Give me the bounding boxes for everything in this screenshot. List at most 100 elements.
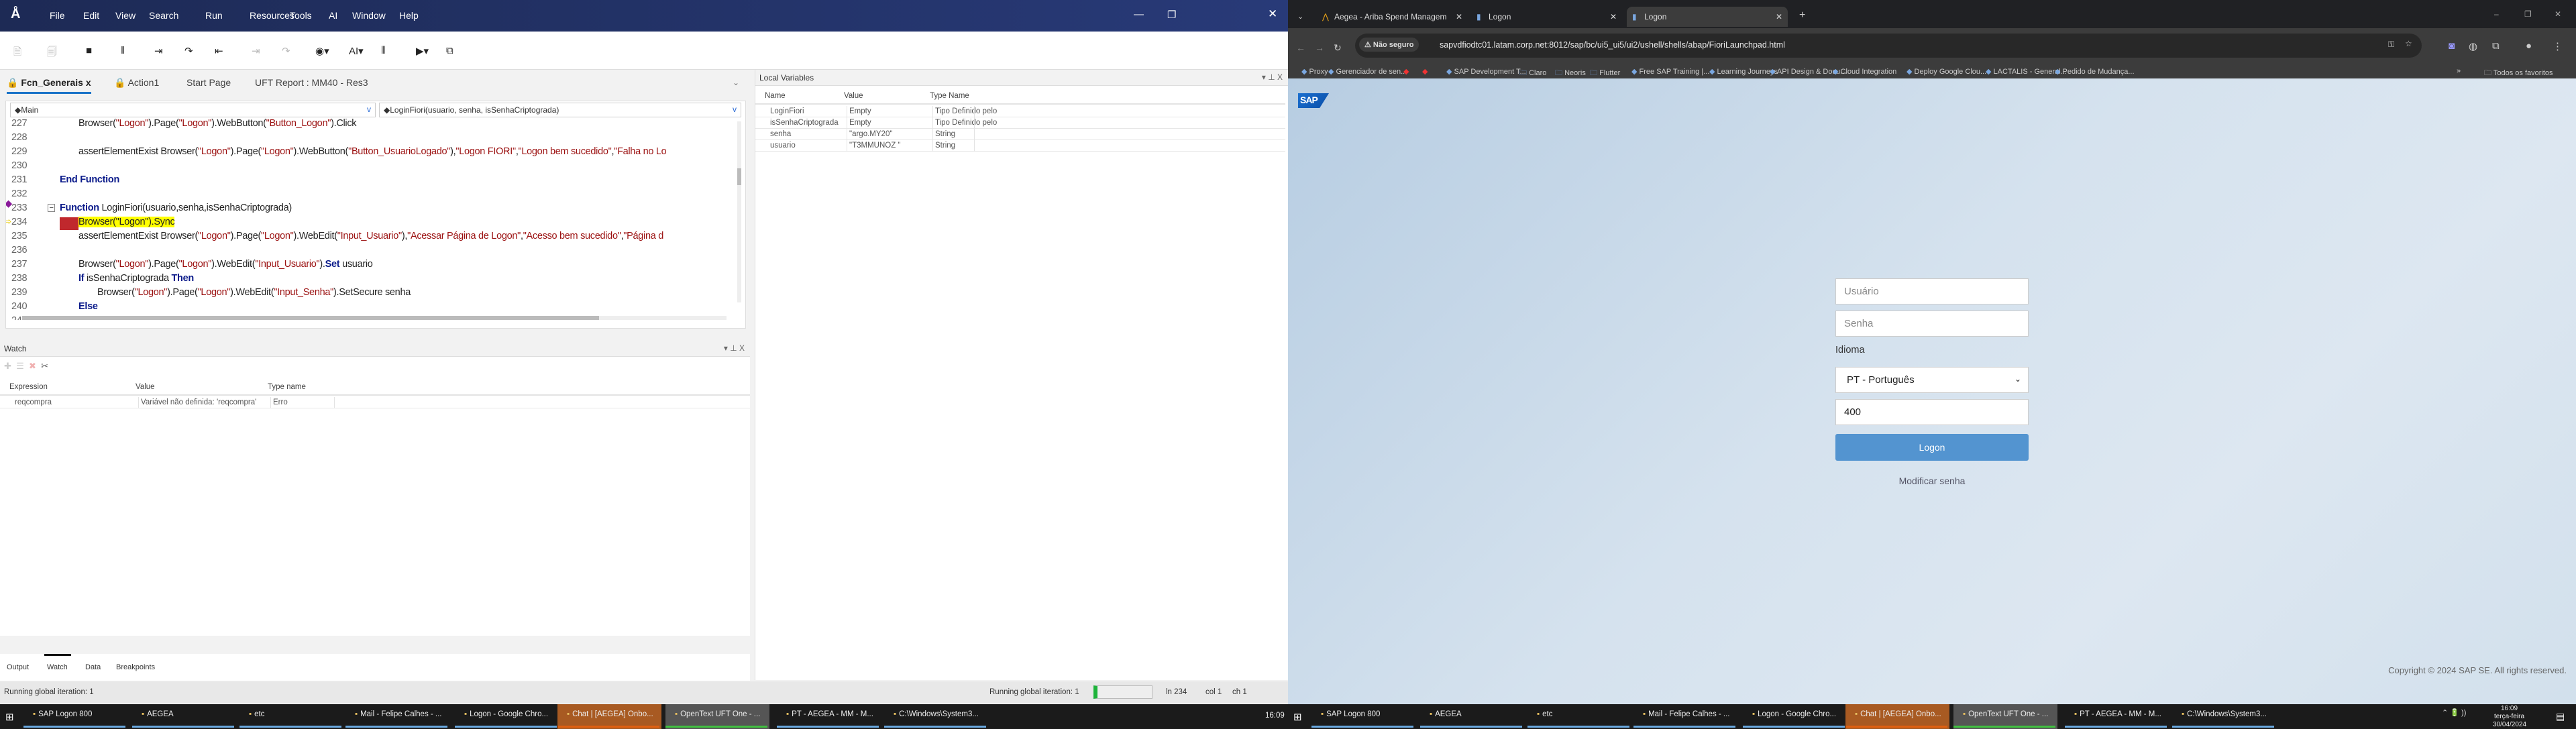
breakpoint-marker[interactable] bbox=[60, 217, 78, 230]
panel-controls[interactable]: ▾ ⊥ X bbox=[724, 343, 745, 353]
taskbar-item[interactable]: ▪ Mail - Felipe Calhes - ... bbox=[1633, 704, 1737, 729]
column-header[interactable]: Type Name bbox=[930, 92, 969, 100]
taskbar-item[interactable]: ▪ Logon - Google Chro... bbox=[455, 704, 559, 729]
bookmark-item[interactable]: ◆ Proxy bbox=[1301, 67, 1328, 76]
system-tray-icons[interactable]: ⌃ 🔋 )) bbox=[2442, 708, 2466, 717]
taskbar-item[interactable]: ▪ etc bbox=[239, 704, 343, 729]
horizontal-scrollbar[interactable] bbox=[22, 316, 727, 320]
object-repository-icon[interactable]: ⧉ bbox=[446, 45, 453, 56]
stop-icon[interactable]: ■ bbox=[86, 45, 92, 56]
client-input[interactable]: 400 bbox=[1835, 399, 2029, 425]
column-header[interactable]: Expression bbox=[9, 383, 48, 391]
close-tab-icon[interactable]: ✕ bbox=[1610, 12, 1617, 21]
code-line[interactable]: 236 bbox=[6, 245, 737, 259]
extensions-puzzle-icon[interactable]: ⧉ bbox=[2492, 40, 2500, 52]
record-icon[interactable]: ◉▾ bbox=[315, 45, 329, 57]
add-watch-icon[interactable]: ✚ bbox=[4, 361, 11, 371]
code-line[interactable]: 229 assertElementExist Browser("Logon").P… bbox=[6, 146, 737, 160]
taskbar-item[interactable]: ▪ Logon - Google Chro... bbox=[1743, 704, 1847, 729]
column-header[interactable]: Value bbox=[844, 92, 863, 100]
code-line[interactable]: 237 Browser("Logon").Page("Logon").WebEdi… bbox=[6, 259, 737, 273]
close-tab-icon[interactable]: x bbox=[86, 77, 91, 88]
code-line[interactable]: 232 bbox=[6, 188, 737, 203]
close-tab-icon[interactable]: ✕ bbox=[1776, 12, 1782, 21]
taskbar-item[interactable]: ▪ etc bbox=[1527, 704, 1631, 729]
browser-tab-logon-active[interactable]: ▮ Logon ✕ bbox=[1627, 7, 1788, 27]
run-icon[interactable]: ▶▾ bbox=[416, 45, 429, 57]
menu-run[interactable]: Run bbox=[205, 10, 223, 21]
code-line[interactable]: 230 bbox=[6, 160, 737, 174]
more-bookmarks-icon[interactable]: » bbox=[2457, 67, 2461, 75]
extension-icon[interactable]: ◙ bbox=[2449, 40, 2455, 52]
menu-view[interactable]: View bbox=[115, 10, 136, 21]
profile-avatar[interactable]: ● bbox=[2526, 40, 2532, 52]
table-row[interactable]: LoginFiori Empty Tipo Definido pelo bbox=[755, 106, 1285, 117]
function-dropdown[interactable]: ◆LoginFiori(usuario, senha, isSenhaCript… bbox=[379, 103, 741, 117]
bookmark-item[interactable]: ◆ SAP Development T... bbox=[1446, 67, 1526, 76]
tab-search-icon[interactable]: ⌄ bbox=[1297, 12, 1303, 21]
code-line[interactable]: 240 Else bbox=[6, 301, 737, 315]
close-button[interactable]: ✕ bbox=[2555, 9, 2561, 19]
menu-edit[interactable]: Edit bbox=[83, 10, 99, 21]
vertical-scrollbar[interactable] bbox=[737, 121, 741, 302]
table-row[interactable]: usuario "T3MMUNOZ " String bbox=[755, 140, 1285, 152]
restore-button[interactable]: ❐ bbox=[2524, 9, 2532, 19]
menu-resources[interactable]: Resources bbox=[250, 10, 294, 21]
bookmark-item[interactable]: ◆ Pedido de Mudança... bbox=[2055, 67, 2135, 76]
taskbar-item[interactable]: ▪ OpenText UFT One - ... bbox=[1953, 704, 2057, 729]
windows-start-icon[interactable]: ⊞ bbox=[5, 711, 14, 723]
password-input[interactable]: Senha bbox=[1835, 311, 2029, 337]
scope-dropdown[interactable]: ◆Main v bbox=[10, 103, 376, 117]
debug-from-step-icon[interactable]: ↷ bbox=[282, 45, 290, 57]
delete-icon[interactable]: ✖ bbox=[29, 361, 36, 371]
taskbar-item[interactable]: ▪ C:\Windows\System3... bbox=[884, 704, 988, 729]
bookmark-item[interactable]: ◆ bbox=[1422, 67, 1428, 76]
tab-breakpoints[interactable]: Breakpoints bbox=[116, 663, 155, 671]
step-out-icon[interactable]: ⇤ bbox=[215, 45, 223, 57]
code-editor[interactable]: ◆ Main v ◆LoginFiori(usuario, senha, isSen… bbox=[5, 101, 746, 329]
tab-fcn-generais[interactable]: 🔒 Fcn_Generais x bbox=[7, 77, 91, 94]
new-tab-button[interactable]: + bbox=[1799, 9, 1805, 21]
code-line[interactable]: 227 Browser("Logon").Page("Logon").WebBut… bbox=[6, 119, 737, 132]
bookmark-item[interactable]: ◆ bbox=[1403, 67, 1409, 76]
code-line[interactable]: 238 If isSenhaCriptograda Then bbox=[6, 273, 737, 287]
taskbar-item[interactable]: ▪ C:\Windows\System3... bbox=[2172, 704, 2276, 729]
browser-tab-ariba[interactable]: ⋀ Aegea - Ariba Spend Managem ✕ bbox=[1317, 7, 1468, 27]
code-line[interactable]: 234 ⇨ Browser("Logon").Sync bbox=[6, 217, 737, 231]
taskbar-item[interactable]: ▪ AEGEA bbox=[1420, 704, 1524, 729]
taskbar-item[interactable]: ▪ PT - AEGEA - MM - M... bbox=[777, 704, 881, 729]
tab-output[interactable]: Output bbox=[7, 663, 29, 671]
table-row[interactable]: senha "argo.MY20" String bbox=[755, 129, 1285, 140]
list-icon[interactable]: ☰ bbox=[16, 361, 24, 371]
notifications-icon[interactable]: ▤ bbox=[2556, 711, 2565, 722]
windows-start-icon[interactable]: ⊞ bbox=[1293, 711, 1302, 723]
run-to-step-icon[interactable]: ⇥ bbox=[252, 45, 260, 57]
taskbar-item[interactable]: ▪ Chat | [AEGEA] Onbo... bbox=[557, 704, 661, 729]
bookmark-item[interactable]: ◆ Deploy Google Clou... bbox=[1907, 67, 1986, 76]
tab-start-page[interactable]: Start Page bbox=[186, 77, 231, 88]
table-row[interactable]: isSenhaCriptograda Empty Tipo Definido pel… bbox=[755, 117, 1285, 129]
minimize-button[interactable]: — bbox=[1134, 9, 1144, 20]
back-icon[interactable]: ← bbox=[1296, 42, 1305, 53]
tab-data[interactable]: Data bbox=[85, 663, 101, 671]
close-button[interactable]: ✕ bbox=[1268, 7, 1277, 21]
code-line[interactable]: 239 Browser("Logon").Page("Logon").WebEdi… bbox=[6, 287, 737, 301]
bookmark-item[interactable]: ◆ Cloud Integration bbox=[1833, 67, 1896, 76]
menu-kebab-icon[interactable]: ⋮ bbox=[2553, 40, 2563, 52]
tab-uft-report[interactable]: UFT Report : MM40 - Res3 bbox=[255, 77, 368, 88]
taskbar-item[interactable]: ▪ Chat | [AEGEA] Onbo... bbox=[1845, 704, 1949, 729]
code-line[interactable]: 233 ◆ − Function LoginFiori(usuario,senha,i… bbox=[6, 199, 737, 217]
column-header[interactable]: Type name bbox=[268, 383, 306, 391]
menu-ai[interactable]: AI bbox=[329, 10, 337, 21]
code-line[interactable]: 228 bbox=[6, 132, 737, 146]
bookmark-item[interactable]: ◆ Learning Journeys bbox=[1709, 67, 1778, 76]
save-all-icon[interactable]: 🗐 bbox=[47, 45, 57, 62]
step-into-icon[interactable]: ⇥ bbox=[154, 45, 163, 57]
code-line[interactable]: 235 assertElementExist Browser("Logon").P… bbox=[6, 231, 737, 245]
tab-action1[interactable]: 🔒 Action1 bbox=[114, 77, 159, 89]
bookmark-star-icon[interactable]: ☆ bbox=[2405, 39, 2412, 48]
restore-button[interactable]: ❐ bbox=[1167, 9, 1176, 21]
browser-tab-logon[interactable]: ▮ Logon ✕ bbox=[1471, 7, 1622, 27]
minimize-button[interactable]: – bbox=[2494, 9, 2499, 19]
code-line[interactable]: 231 End Function bbox=[6, 174, 737, 188]
